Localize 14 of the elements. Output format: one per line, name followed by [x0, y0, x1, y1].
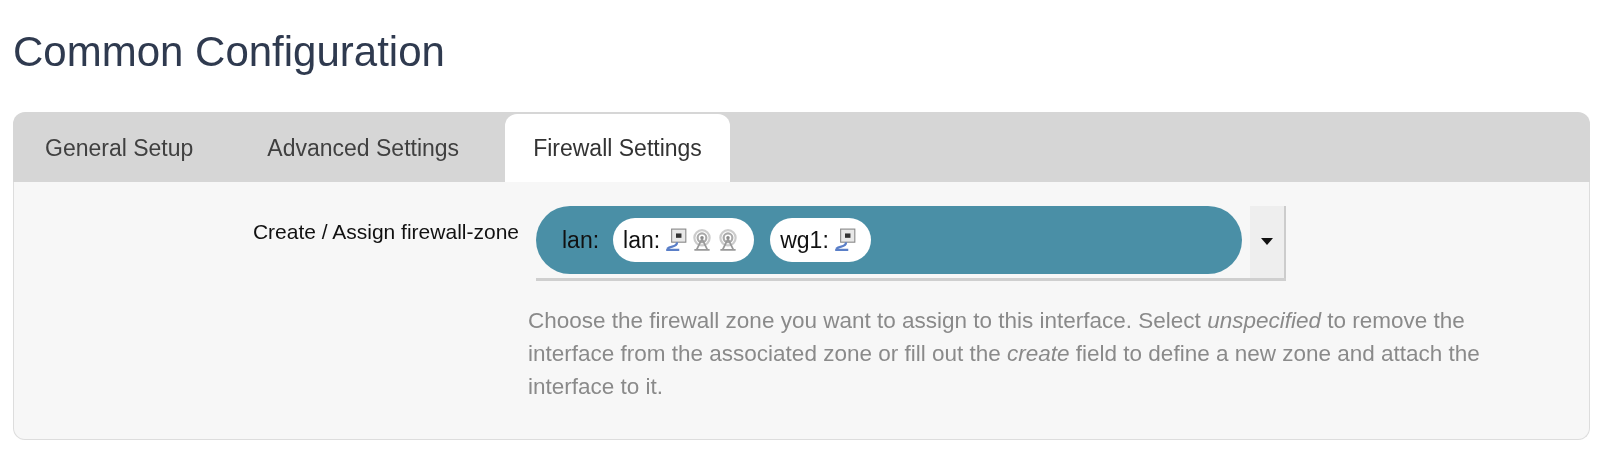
page-heading: Common Configuration: [13, 27, 446, 77]
network-name: wg1:: [780, 226, 829, 254]
caret-icon: [1261, 238, 1273, 246]
zone-select[interactable]: lan: lan: wg1:: [536, 206, 1242, 274]
tab[interactable]: General Setup: [17, 114, 222, 182]
zone-name: lan:: [562, 226, 600, 254]
tab[interactable]: Firewall Settings: [505, 114, 730, 182]
field-label: Create / Assign firewall-zone: [251, 219, 519, 245]
ethernet-port-icon: [832, 228, 857, 252]
ethernet-port-icon: [664, 228, 689, 252]
help-text: Choose the firewall zone you want to assign to this interface. Select unspecified to remove the interface from the associated zone or fill out the create field to define a new zone and attach the interface to it.: [528, 307, 1481, 401]
dropdown-button[interactable]: [1250, 206, 1286, 278]
network-name: lan:: [623, 226, 661, 254]
tab[interactable]: Advanced Settings: [239, 114, 488, 182]
